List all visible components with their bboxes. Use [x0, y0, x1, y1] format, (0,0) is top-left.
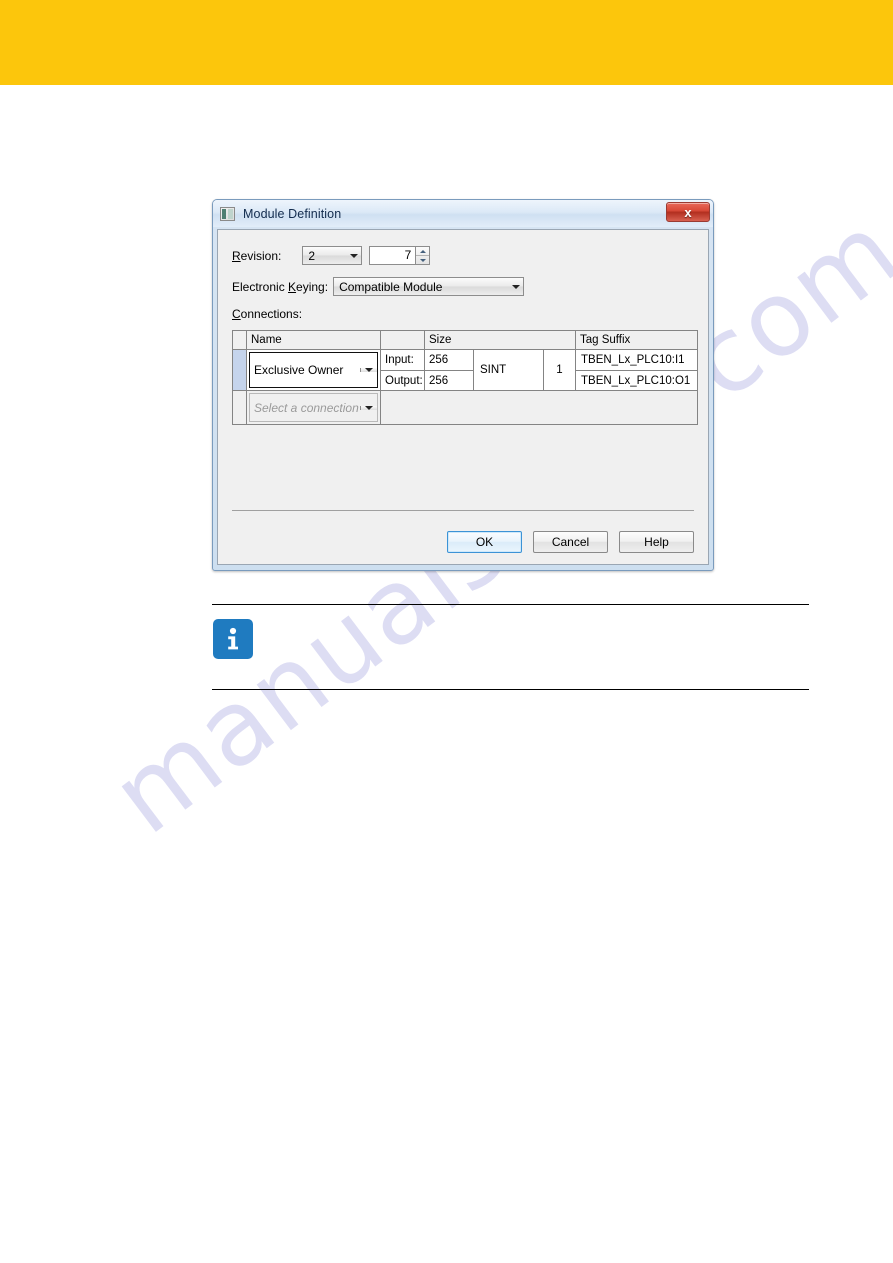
input-label: Input: — [385, 354, 414, 366]
grid-header-size: Size — [425, 331, 576, 349]
output-label: Output: — [381, 370, 424, 390]
electronic-keying-value: Compatible Module — [339, 279, 443, 294]
dialog-body: Revision: 2 7 Electronic Keying: Compati… — [217, 229, 709, 565]
dialog-separator — [232, 510, 694, 511]
revision-major-select[interactable]: 2 — [302, 246, 363, 265]
table-row[interactable]: Exclusive Owner Input: Output: 256 256 S… — [233, 350, 697, 391]
revision-minor-spin-buttons[interactable] — [415, 246, 431, 265]
help-button[interactable]: Help — [619, 531, 694, 553]
row-selector-cell[interactable] — [233, 391, 247, 424]
connection-name-cell[interactable]: Exclusive Owner — [247, 350, 381, 390]
dialog-button-bar: OK Cancel Help — [447, 531, 694, 553]
grid-header-io — [381, 331, 425, 349]
revision-major-value: 2 — [308, 248, 316, 263]
chevron-down-icon — [346, 253, 361, 258]
electronic-keying-row: Electronic Keying: Compatible Module — [232, 277, 525, 296]
module-definition-dialog: Module Definition x Revision: 2 7 Electr… — [212, 199, 714, 571]
tag-suffix-output-value: TBEN_Lx_PLC10:O1 — [576, 370, 697, 390]
revision-minor-input[interactable]: 7 — [369, 246, 416, 265]
io-direction-cell: Input: Output: — [381, 350, 425, 390]
dialog-title: Module Definition — [243, 206, 342, 221]
note-body — [212, 605, 809, 689]
connection-name-placeholder: Select a connection — [254, 400, 359, 415]
tag-suffix-cell: TBEN_Lx_PLC10:I1 TBEN_Lx_PLC10:O1 — [576, 350, 697, 390]
grid-header-row: Name Size Tag Suffix — [233, 331, 697, 350]
connections-label: Connections: — [232, 307, 303, 321]
tag-suffix-input-value: TBEN_Lx_PLC10:I1 — [581, 354, 685, 366]
cancel-button[interactable]: Cancel — [533, 531, 608, 553]
page-header-band — [0, 0, 893, 85]
size-count-cell: 1 — [544, 350, 576, 390]
connection-name-value: Exclusive Owner — [254, 363, 344, 377]
row-selector-cell[interactable] — [233, 350, 247, 390]
output-size-value: 256 — [425, 370, 473, 390]
connection-name-select[interactable]: Exclusive Owner — [249, 352, 378, 388]
electronic-keying-select[interactable]: Compatible Module — [333, 277, 525, 296]
chevron-down-icon[interactable] — [360, 405, 377, 410]
connection-name-select[interactable]: Select a connection — [249, 393, 378, 422]
module-icon — [220, 206, 235, 221]
note-box — [212, 604, 809, 690]
revision-minor-stepper[interactable]: 7 — [369, 246, 431, 265]
table-row[interactable]: Select a connection — [233, 391, 697, 424]
dialog-titlebar: Module Definition x — [213, 200, 713, 227]
electronic-keying-label: Electronic Keying: — [232, 279, 329, 294]
size-cell: 256 256 — [425, 350, 474, 390]
note-bottom-rule — [212, 689, 809, 690]
revision-label: Revision: — [232, 248, 282, 263]
data-type-cell: SINT — [474, 350, 544, 390]
connections-row: Connections: — [232, 307, 302, 321]
connections-grid: Name Size Tag Suffix Exclusive Owner Inp… — [232, 330, 698, 425]
info-icon — [213, 619, 253, 659]
ok-button[interactable]: OK — [447, 531, 522, 553]
grid-header-name: Name — [247, 331, 381, 349]
chevron-down-icon[interactable] — [360, 368, 377, 372]
grid-header-tag-suffix: Tag Suffix — [576, 331, 697, 349]
input-size-value: 256 — [429, 354, 449, 366]
revision-row: Revision: 2 7 — [232, 246, 431, 265]
close-icon-glyph: x — [684, 204, 692, 220]
empty-row-area — [381, 391, 697, 424]
close-icon[interactable]: x — [666, 202, 710, 222]
chevron-down-icon — [508, 284, 523, 289]
connection-name-cell[interactable]: Select a connection — [247, 391, 381, 424]
spin-down-icon[interactable] — [416, 255, 430, 264]
grid-header-select — [233, 331, 247, 349]
spin-up-icon[interactable] — [416, 247, 429, 255]
